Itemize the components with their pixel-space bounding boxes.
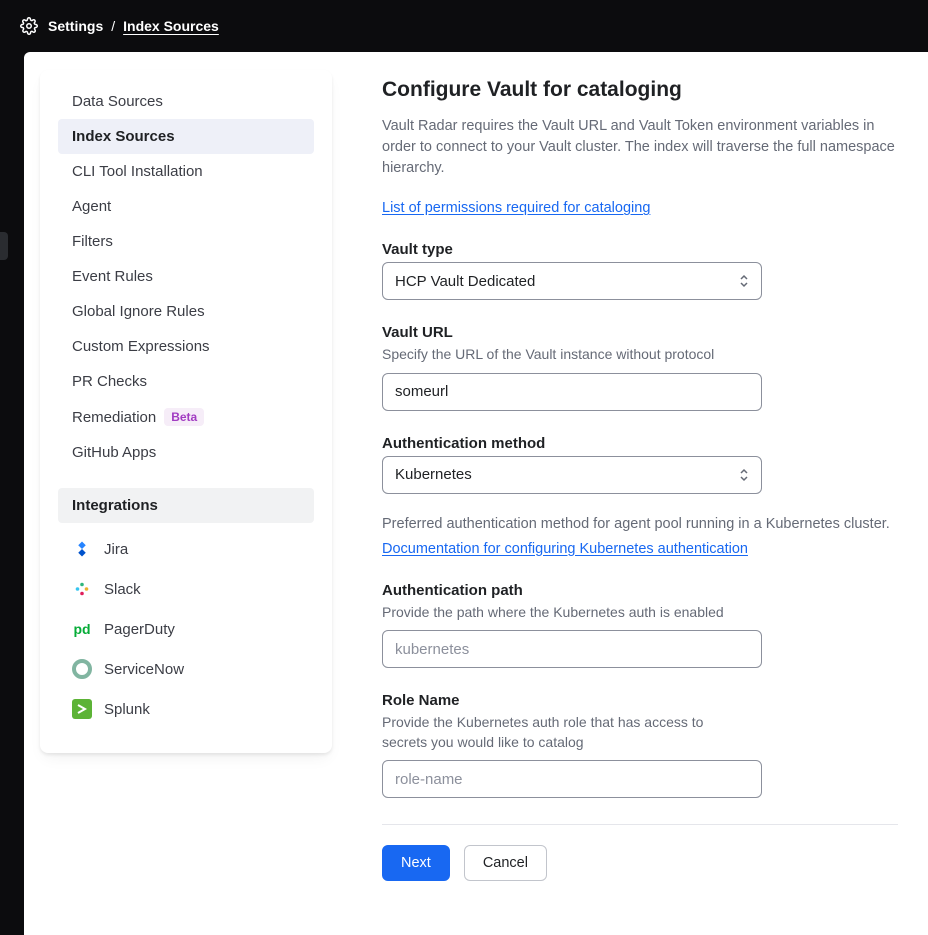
gear-icon: [20, 17, 38, 35]
main-content: Configure Vault for cataloging Vault Rad…: [348, 52, 928, 935]
auth-path-help: Provide the path where the Kubernetes au…: [382, 603, 762, 623]
auth-method-select[interactable]: Kubernetes: [382, 456, 762, 494]
sidebar-item-label: ServiceNow: [104, 661, 184, 678]
vault-url-help: Specify the URL of the Vault instance wi…: [382, 345, 762, 365]
vault-type-value: HCP Vault Dedicated: [395, 273, 535, 290]
sidebar-item-splunk[interactable]: Splunk: [58, 689, 314, 729]
beta-badge: Beta: [164, 408, 204, 426]
sidebar-item-cli-tool-installation[interactable]: CLI Tool Installation: [58, 154, 314, 189]
page-title: Configure Vault for cataloging: [382, 78, 898, 102]
auth-method-value: Kubernetes: [395, 466, 472, 483]
auth-doc-link[interactable]: Documentation for configuring Kubernetes…: [382, 541, 748, 557]
permissions-link[interactable]: List of permissions required for catalog…: [382, 200, 650, 216]
breadcrumb: Settings / Index Sources: [0, 0, 928, 52]
select-caret-icon: [739, 468, 749, 482]
splunk-icon: [72, 699, 92, 719]
auth-path-input-wrapper: [382, 630, 762, 668]
sidebar-item-label: Slack: [104, 581, 141, 598]
sidebar-item-filters[interactable]: Filters: [58, 224, 314, 259]
breadcrumb-current[interactable]: Index Sources: [123, 18, 219, 34]
sidebar-section-integrations: Integrations: [58, 488, 314, 523]
sidebar-item-servicenow[interactable]: ServiceNow: [58, 649, 314, 689]
sidebar-item-label: Jira: [104, 541, 128, 558]
sidebar-item-global-ignore-rules[interactable]: Global Ignore Rules: [58, 294, 314, 329]
sidebar-item-label: Custom Expressions: [72, 338, 210, 355]
sidebar-item-label: Filters: [72, 233, 113, 250]
sidebar-item-label: CLI Tool Installation: [72, 163, 203, 180]
jira-icon: [72, 539, 92, 559]
divider: [382, 824, 898, 825]
next-button[interactable]: Next: [382, 845, 450, 881]
auth-method-label: Authentication method: [382, 435, 762, 452]
vault-url-input[interactable]: [395, 374, 749, 410]
auth-method-note: Preferred authentication method for agen…: [382, 516, 898, 532]
vault-type-label: Vault type: [382, 241, 762, 258]
sidebar-item-label: Data Sources: [72, 93, 163, 110]
sidebar-item-label: PR Checks: [72, 373, 147, 390]
role-name-input[interactable]: [395, 761, 749, 797]
sidebar-item-label: Index Sources: [72, 128, 175, 145]
sidebar-item-label: GitHub Apps: [72, 444, 156, 461]
sidebar-item-event-rules[interactable]: Event Rules: [58, 259, 314, 294]
breadcrumb-separator: /: [111, 18, 115, 34]
intro-text: Vault Radar requires the Vault URL and V…: [382, 116, 898, 179]
role-name-input-wrapper: [382, 760, 762, 798]
vault-url-input-wrapper: [382, 373, 762, 411]
sidebar-item-index-sources[interactable]: Index Sources: [58, 119, 314, 154]
sidebar-item-github-apps[interactable]: GitHub Apps: [58, 435, 314, 470]
servicenow-icon: [72, 659, 92, 679]
sidebar-item-slack[interactable]: Slack: [58, 569, 314, 609]
cancel-button[interactable]: Cancel: [464, 845, 547, 881]
pagerduty-icon: pd: [72, 619, 92, 639]
sidebar-item-label: Event Rules: [72, 268, 153, 285]
sidebar-item-agent[interactable]: Agent: [58, 189, 314, 224]
sidebar-item-label: Remediation: [72, 409, 156, 426]
sidebar-item-pagerduty[interactable]: pd PagerDuty: [58, 609, 314, 649]
role-name-label: Role Name: [382, 692, 898, 709]
sidebar-item-label: Splunk: [104, 701, 150, 718]
sidebar-item-label: Agent: [72, 198, 111, 215]
vault-url-label: Vault URL: [382, 324, 762, 341]
sidebar-item-label: Global Ignore Rules: [72, 303, 205, 320]
sidebar-item-pr-checks[interactable]: PR Checks: [58, 364, 314, 399]
auth-path-input[interactable]: [395, 631, 749, 667]
role-name-help: Provide the Kubernetes auth role that ha…: [382, 713, 752, 752]
sidebar-item-custom-expressions[interactable]: Custom Expressions: [58, 329, 314, 364]
auth-path-label: Authentication path: [382, 582, 762, 599]
footer-actions: Next Cancel: [382, 845, 898, 881]
settings-sidebar: Data Sources Index Sources CLI Tool Inst…: [40, 70, 332, 753]
sidebar-item-label: PagerDuty: [104, 621, 175, 638]
breadcrumb-parent[interactable]: Settings: [48, 18, 103, 34]
sidebar-item-data-sources[interactable]: Data Sources: [58, 84, 314, 119]
vault-type-select[interactable]: HCP Vault Dedicated: [382, 262, 762, 300]
sidebar-item-remediation[interactable]: Remediation Beta: [58, 399, 314, 435]
select-caret-icon: [739, 274, 749, 288]
collapsed-panel-handle[interactable]: [0, 232, 8, 260]
sidebar-item-jira[interactable]: Jira: [58, 529, 314, 569]
slack-icon: [72, 579, 92, 599]
